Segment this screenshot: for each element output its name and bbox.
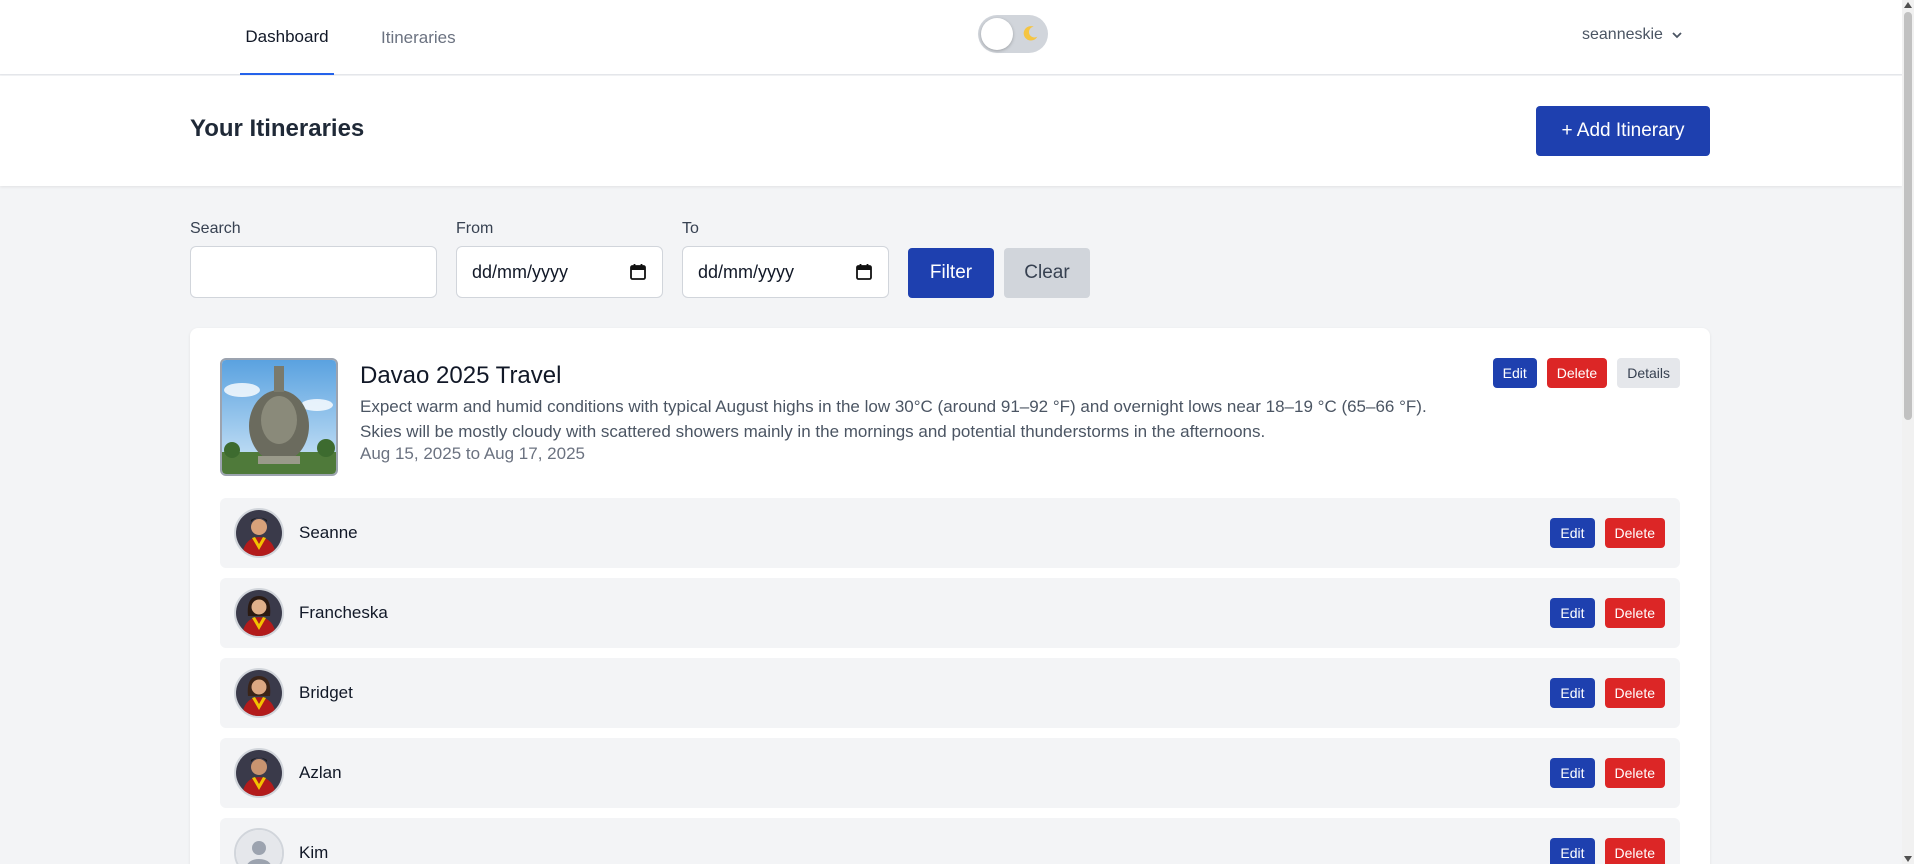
member-name: Kim (299, 843, 329, 862)
scroll-down-arrow[interactable] (1904, 856, 1912, 862)
edit-itinerary-button[interactable]: Edit (1492, 358, 1537, 388)
calendar-icon[interactable] (855, 263, 873, 281)
delete-itinerary-button[interactable]: Delete (1546, 358, 1608, 388)
list-item: Bridget Edit Delete (220, 658, 1680, 728)
avatar (234, 828, 284, 864)
filter-button[interactable]: Filter (908, 248, 994, 298)
search-input[interactable] (190, 246, 437, 298)
avatar (234, 668, 284, 718)
theme-toggle[interactable] (978, 15, 1048, 53)
delete-member-button[interactable]: Delete (1604, 678, 1665, 708)
edit-member-button[interactable]: Edit (1550, 758, 1595, 788)
avatar (234, 508, 284, 558)
toggle-knob (981, 18, 1013, 50)
scrollbar[interactable] (1902, 0, 1914, 864)
member-name: Bridget (299, 683, 353, 702)
from-label: From (456, 220, 494, 237)
clear-button[interactable]: Clear (1004, 248, 1090, 298)
username: seanneskie (1582, 26, 1663, 43)
delete-member-button[interactable]: Delete (1604, 518, 1665, 548)
itinerary-card: Davao 2025 Travel Expect warm and humid … (190, 328, 1710, 864)
from-date-input[interactable]: dd/mm/yyyy (456, 246, 663, 298)
list-item: Francheska Edit Delete (220, 578, 1680, 648)
itinerary-description: Expect warm and humid conditions with ty… (360, 397, 1427, 441)
member-list: Seanne Edit Delete Francheska Edit Delet… (220, 498, 1680, 864)
to-date-input[interactable]: dd/mm/yyyy (682, 246, 889, 298)
tab-dashboard[interactable]: Dashboard (240, 0, 334, 75)
edit-member-button[interactable]: Edit (1550, 598, 1595, 628)
top-navbar: Dashboard Itineraries seanneskie (0, 0, 1902, 75)
itinerary-thumbnail (220, 358, 338, 476)
list-item: Azlan Edit Delete (220, 738, 1680, 808)
avatar (234, 748, 284, 798)
list-item: Kim Edit Delete (220, 818, 1680, 864)
itinerary-actions: Edit Delete Details (1492, 358, 1680, 388)
details-button[interactable]: Details (1617, 358, 1680, 388)
to-date-value: dd/mm/yyyy (698, 261, 795, 282)
user-menu[interactable]: seanneskie (1582, 0, 1683, 70)
moon-icon (1023, 26, 1038, 41)
member-actions: Edit Delete (1550, 758, 1665, 788)
monument-image (222, 360, 336, 474)
delete-member-button[interactable]: Delete (1604, 838, 1665, 864)
add-itinerary-button[interactable]: + Add Itinerary (1536, 106, 1710, 156)
member-actions: Edit Delete (1550, 518, 1665, 548)
edit-member-button[interactable]: Edit (1550, 518, 1595, 548)
itinerary-title: Davao 2025 Travel (360, 362, 562, 389)
member-name: Francheska (299, 603, 388, 622)
scroll-thumb[interactable] (1904, 12, 1912, 420)
edit-member-button[interactable]: Edit (1550, 678, 1595, 708)
tab-itineraries[interactable]: Itineraries (376, 0, 461, 75)
delete-member-button[interactable]: Delete (1604, 758, 1665, 788)
to-label: To (682, 220, 699, 237)
scroll-up-arrow[interactable] (1904, 2, 1912, 8)
user-placeholder-icon (236, 830, 282, 864)
search-label: Search (190, 220, 241, 237)
member-name: Seanne (299, 523, 358, 542)
delete-member-button[interactable]: Delete (1604, 598, 1665, 628)
page-title: Your Itineraries (190, 115, 365, 142)
member-actions: Edit Delete (1550, 678, 1665, 708)
chevron-down-icon (1672, 32, 1682, 39)
edit-member-button[interactable]: Edit (1550, 838, 1595, 864)
page-header: Your Itineraries + Add Itinerary (0, 76, 1902, 186)
itinerary-dates: Aug 15, 2025 to Aug 17, 2025 (360, 444, 585, 463)
list-item: Seanne Edit Delete (220, 498, 1680, 568)
member-actions: Edit Delete (1550, 838, 1665, 864)
member-actions: Edit Delete (1550, 598, 1665, 628)
avatar (234, 588, 284, 638)
from-date-value: dd/mm/yyyy (472, 261, 569, 282)
calendar-icon[interactable] (629, 263, 647, 281)
member-name: Azlan (299, 763, 342, 782)
